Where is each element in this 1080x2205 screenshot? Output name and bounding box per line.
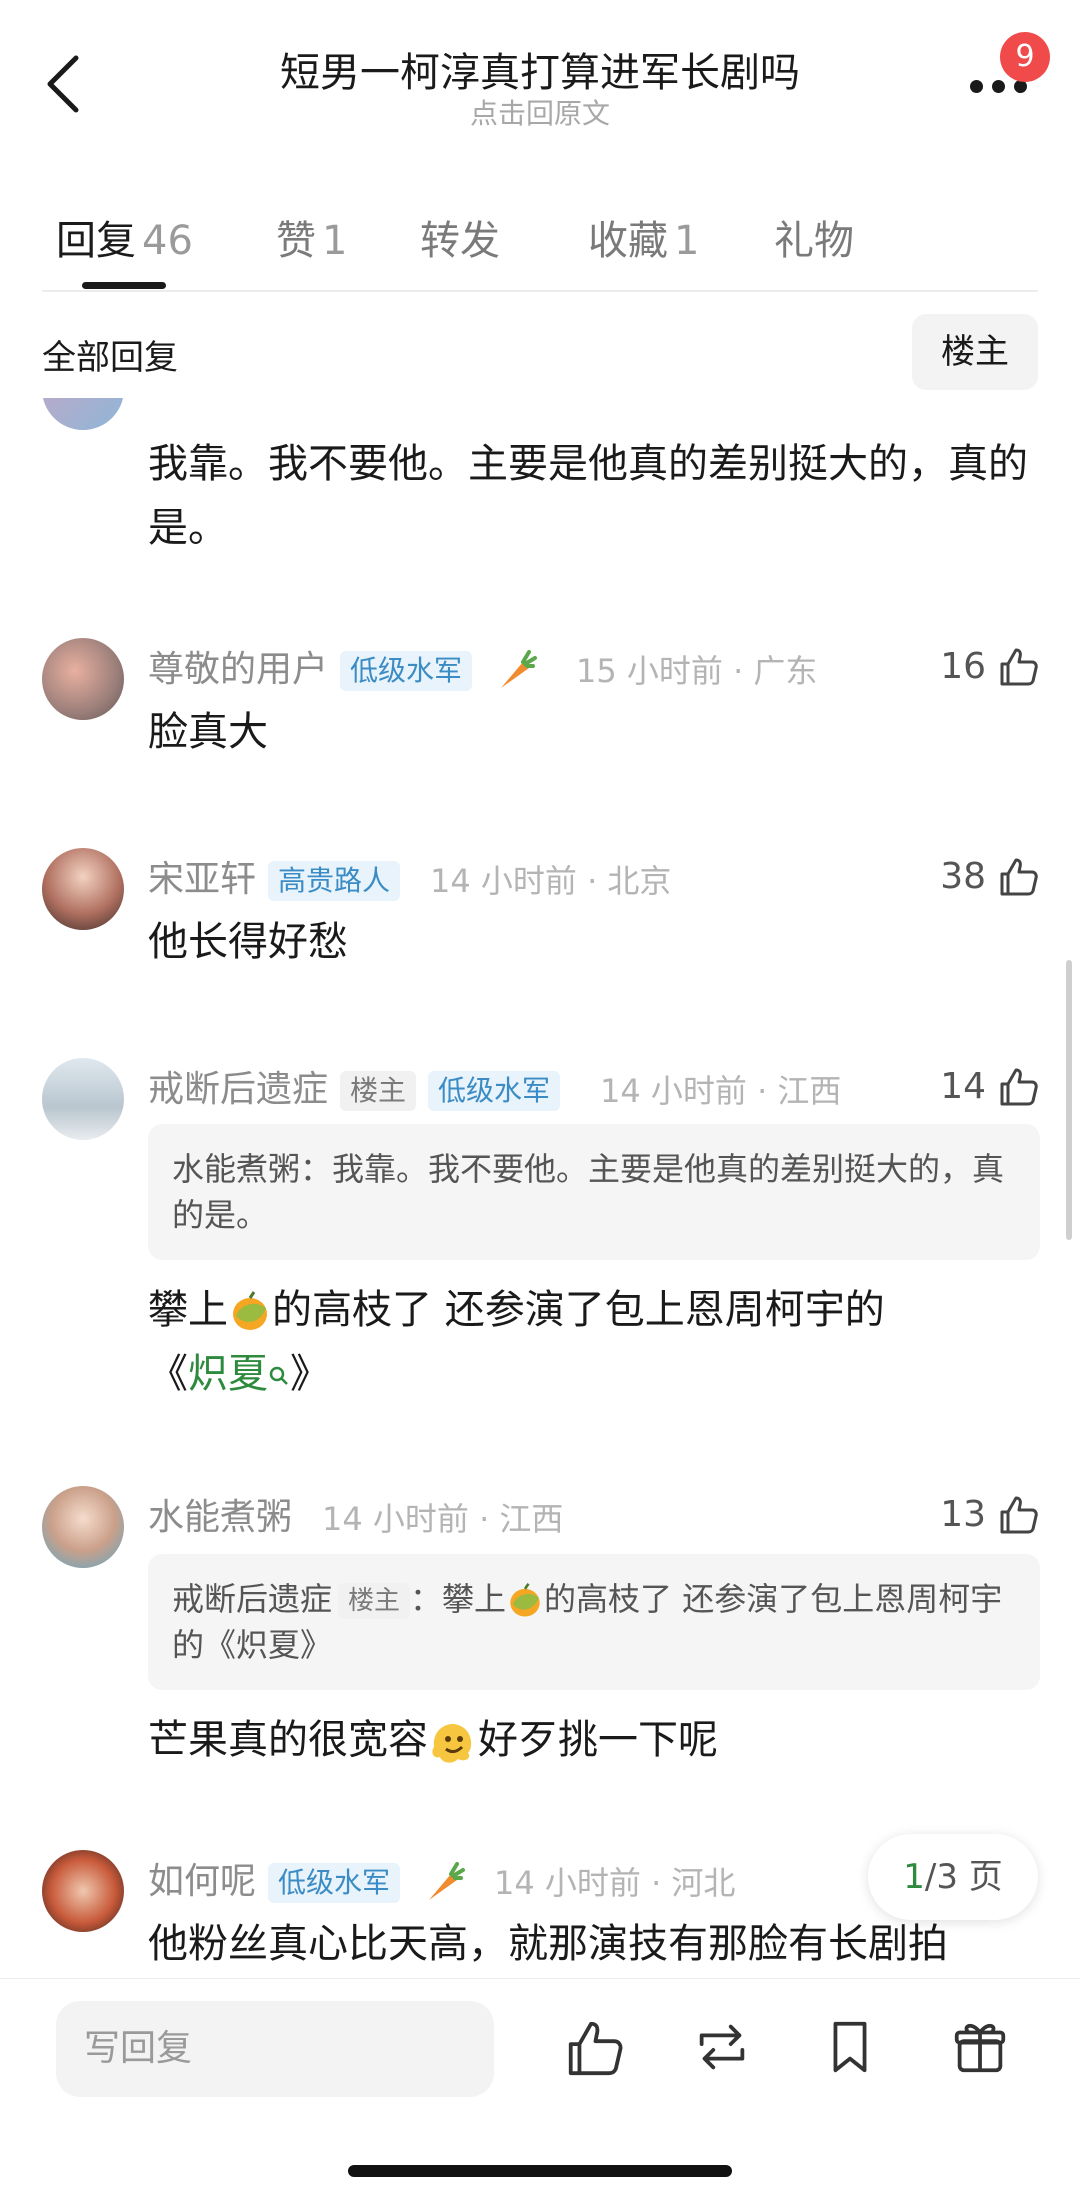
like-button[interactable]: 16	[940, 644, 1040, 688]
like-count: 38	[940, 855, 986, 897]
comment-meta: 14 小时前 · 江西	[322, 1500, 564, 1538]
quote-segment: ：攀上	[410, 1580, 507, 1618]
tab-count: 1	[674, 218, 700, 264]
comment-meta: 14 小时前 · 北京	[430, 862, 672, 900]
gift-icon[interactable]	[948, 2015, 1012, 2079]
scrollbar[interactable]	[1066, 960, 1072, 1240]
tab-reposts[interactable]: 转发	[420, 208, 500, 266]
like-button[interactable]: 14	[940, 1064, 1040, 1108]
avatar[interactable]	[42, 1850, 124, 1932]
back-arrow-icon[interactable]	[40, 52, 88, 116]
like-count: 13	[940, 1493, 986, 1535]
user-tag: 低级水军	[268, 1863, 401, 1903]
tab-likes[interactable]: 赞1	[276, 208, 347, 266]
tab-favorites[interactable]: 收藏 1	[588, 208, 699, 266]
quoted-reply[interactable]: 水能煮粥：我靠。我不要他。主要是他真的差别挺大的，真的是。	[148, 1124, 1040, 1260]
comment-text: 他粉丝真心比天高，就那演技有那脸有长剧拍	[148, 1921, 948, 1967]
topic-link[interactable]: 炽夏	[188, 1351, 268, 1397]
text-segment: 的高枝了 还参演了包上恩周柯宇的	[272, 1287, 885, 1333]
header-bar: 短男一柯淳真打算进军长剧吗 点击回原文 9	[0, 0, 1080, 180]
home-indicator[interactable]	[348, 2165, 732, 2177]
current-page: 1	[903, 1857, 925, 1897]
comment-author[interactable]: 如何呢 低级水军	[148, 1852, 467, 1906]
reply-input[interactable]: 写回复	[56, 2001, 494, 2097]
carrot-icon	[429, 1862, 466, 1900]
comment-meta: 14 小时前 · 河北	[494, 1864, 736, 1902]
tab-label: 收藏	[588, 218, 668, 264]
thumbs-up-icon[interactable]	[562, 2015, 626, 2079]
username: 宋亚轩	[148, 859, 257, 900]
notification-badge: 9	[1000, 32, 1050, 82]
avatar[interactable]	[42, 848, 124, 930]
thumbs-up-icon	[1000, 858, 1038, 896]
melting-face-emoji-icon	[432, 1723, 472, 1763]
back-to-original-link[interactable]: 点击回原文	[200, 92, 880, 132]
tab-label: 赞	[276, 218, 316, 264]
comment-author[interactable]: 尊敬的用户 低级水军	[148, 640, 539, 694]
text-segment: 攀上	[148, 1287, 228, 1333]
username: 水能煮粥	[148, 1497, 293, 1538]
like-count: 14	[940, 1065, 986, 1107]
username: 如何呢	[148, 1861, 257, 1902]
comment-author[interactable]: 戒断后遗症 楼主 低级水军	[148, 1060, 561, 1112]
user-tag: 低级水军	[340, 651, 473, 691]
quoted-username: 戒断后遗症	[172, 1580, 333, 1618]
like-button[interactable]: 38	[940, 854, 1040, 898]
comment-author[interactable]: 水能煮粥	[148, 1488, 292, 1540]
text-segment: 芒果真的很宽容	[148, 1717, 428, 1763]
op-tag: 楼主	[338, 1583, 411, 1619]
username: 尊敬的用户	[148, 649, 329, 690]
thumbs-up-icon	[1000, 1068, 1038, 1106]
comment-text: 我靠。我不要他。主要是他真的差别挺大的，真的是。	[148, 441, 1028, 551]
avatar[interactable]	[42, 638, 124, 720]
op-only-filter-button[interactable]: 楼主	[912, 314, 1038, 390]
user-tag: 高贵路人	[268, 861, 401, 901]
comment-list: 我靠。我不要他。主要是他真的差别挺大的，真的是。 尊敬的用户 低级水军 15 小时…	[0, 398, 1080, 1978]
comment-text: 攀上 的高枝了 还参演了包上恩周柯宇的 《炽夏》	[148, 1278, 1028, 1406]
text-segment: 好歹挑一下呢	[478, 1717, 718, 1763]
post-title[interactable]: 短男一柯淳真打算进军长剧吗	[200, 40, 880, 98]
mango-emoji-icon	[233, 1291, 267, 1330]
avatar[interactable]	[42, 398, 124, 430]
tab-replies[interactable]: 回复 46	[56, 208, 193, 266]
like-button[interactable]: 13	[940, 1492, 1040, 1536]
page-total: /3 页	[924, 1857, 1003, 1897]
repost-icon[interactable]	[690, 2015, 754, 2079]
quoted-reply[interactable]: 戒断后遗症 楼主 ：攀上 的高枝了 还参演了包上恩周柯宇的《炽夏》	[148, 1554, 1040, 1690]
carrot-icon	[501, 650, 538, 688]
user-tag: 低级水军	[428, 1071, 561, 1111]
tab-label: 回复	[56, 218, 136, 264]
avatar[interactable]	[42, 1058, 124, 1140]
comment-author[interactable]: 宋亚轩 高贵路人	[148, 850, 401, 902]
username: 戒断后遗症	[148, 1069, 329, 1110]
tab-count: 1	[322, 218, 348, 264]
op-tag: 楼主	[340, 1071, 417, 1111]
thumbs-up-icon	[1000, 648, 1038, 686]
section-title: 全部回复	[42, 338, 178, 378]
page-indicator[interactable]: 1/3 页	[868, 1834, 1038, 1920]
avatar[interactable]	[42, 1486, 124, 1568]
active-tab-indicator	[82, 282, 166, 289]
comment-text: 他长得好愁	[148, 919, 348, 965]
divider	[42, 290, 1038, 292]
tab-count: 46	[142, 218, 193, 264]
comment-meta: 15 小时前 · 广东	[576, 652, 818, 690]
comment-text: 脸真大	[148, 709, 268, 755]
text-segment: 》	[290, 1351, 330, 1397]
tab-label: 转发	[420, 218, 500, 264]
text-segment: 《	[148, 1351, 188, 1397]
like-count: 16	[940, 645, 986, 687]
bookmark-icon[interactable]	[818, 2015, 882, 2079]
mango-emoji-icon	[510, 1583, 540, 1617]
tab-label: 礼物	[774, 218, 854, 264]
comment-text: 芒果真的很宽容 好歹挑一下呢	[148, 1708, 1028, 1772]
comment-meta: 14 小时前 · 江西	[600, 1072, 842, 1110]
tab-gifts[interactable]: 礼物	[774, 208, 854, 266]
search-icon[interactable]	[268, 1365, 290, 1387]
thumbs-up-icon	[1000, 1496, 1038, 1534]
tab-bar: 回复 46 赞1 转发 收藏 1 礼物	[0, 196, 1080, 292]
